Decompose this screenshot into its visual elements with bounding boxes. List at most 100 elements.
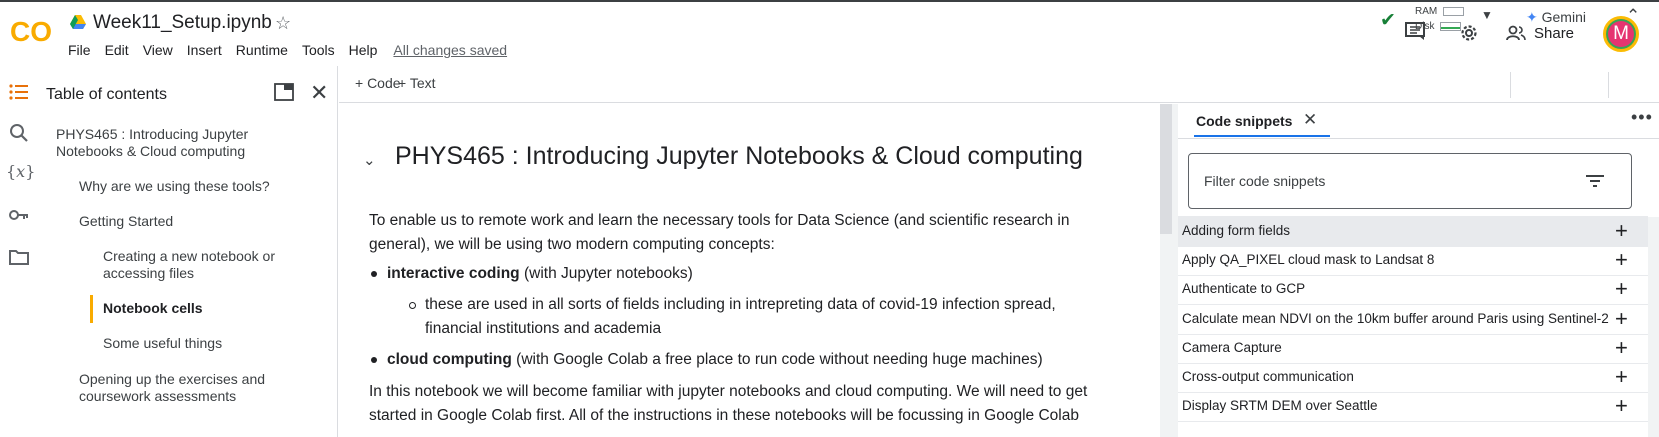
- snippet-row[interactable]: Apply QA_PIXEL cloud mask to Landsat 8 +: [1178, 245, 1648, 276]
- snippet-label: Cross-output communication: [1182, 369, 1354, 384]
- table-of-contents-panel: Table of contents ✕ PHYS465 : Introducin…: [38, 66, 338, 437]
- gemini-button[interactable]: ✦ Gemini: [1526, 9, 1586, 26]
- paragraph-line: these are used in all sorts of fields in…: [425, 296, 1056, 313]
- toolbar-divider: [1510, 72, 1511, 98]
- notebook-scroll-thumb[interactable]: [1160, 104, 1172, 234]
- snippet-label: Camera Capture: [1182, 340, 1282, 355]
- search-icon[interactable]: [8, 122, 30, 144]
- paragraph-line: started in Google Colab first. All of th…: [369, 407, 1079, 424]
- active-tab-indicator: [1194, 135, 1330, 137]
- open-in-tab-icon[interactable]: [274, 83, 294, 101]
- snippet-row[interactable]: Cross-output communication +: [1178, 362, 1648, 393]
- add-code-button[interactable]: + Code: [355, 75, 401, 91]
- collapse-section-icon[interactable]: ⌄: [363, 151, 376, 169]
- gemini-label: Gemini: [1541, 9, 1586, 25]
- menu-insert[interactable]: Insert: [187, 42, 222, 58]
- filter-placeholder: Filter code snippets: [1204, 173, 1326, 189]
- toc-item-label: Opening up the exercises and: [79, 371, 266, 387]
- bullet-interactive-coding: interactive coding (with Jupyter noteboo…: [387, 262, 693, 286]
- snippet-row[interactable]: Adding form fields +: [1178, 216, 1648, 247]
- resource-monitor[interactable]: RAM Disk: [1415, 4, 1465, 34]
- app-header: CO Week11_Setup.ipynb ☆ File Edit View I…: [0, 2, 1659, 64]
- add-snippet-icon[interactable]: +: [1615, 276, 1628, 302]
- bullet-cloud-computing: cloud computing (with Google Colab a fre…: [387, 348, 1043, 372]
- add-snippet-icon[interactable]: +: [1615, 218, 1628, 244]
- divider: [1178, 138, 1659, 139]
- tab-code-snippets[interactable]: Code snippets: [1196, 113, 1292, 129]
- google-drive-icon[interactable]: [70, 15, 86, 29]
- notebook-heading: PHYS465 : Introducing Jupyter Notebooks …: [395, 142, 1083, 170]
- ram-label: RAM: [1415, 6, 1438, 17]
- snippet-label: Display SRTM DEM over Seattle: [1182, 398, 1378, 413]
- toc-item-why-tools[interactable]: Why are we using these tools?: [79, 178, 270, 195]
- runtime-dropdown-icon[interactable]: ▼: [1481, 8, 1493, 22]
- notebook-toolbar: + Code + Text: [339, 66, 1659, 103]
- menu-help[interactable]: Help: [349, 42, 378, 58]
- toc-item-useful-things[interactable]: Some useful things: [103, 335, 222, 352]
- toc-item-label: Notebooks & Cloud computing: [56, 143, 246, 159]
- variables-icon[interactable]: {𝑥}: [6, 162, 35, 184]
- paragraph-line: In this notebook we will become familiar…: [369, 383, 1088, 400]
- filter-icon[interactable]: [1585, 174, 1605, 188]
- sub-bullet-fields: these are used in all sorts of fields in…: [425, 293, 1125, 341]
- people-icon: [1506, 25, 1526, 41]
- star-icon[interactable]: ☆: [275, 13, 291, 34]
- save-status-link[interactable]: All changes saved: [393, 42, 507, 58]
- toc-item-label: PHYS465 : Introducing Jupyter: [56, 126, 249, 142]
- toc-item-notebook-cells[interactable]: Notebook cells: [103, 300, 203, 317]
- toc-item-label: Creating a new notebook or: [103, 248, 275, 264]
- add-snippet-icon[interactable]: +: [1615, 247, 1628, 273]
- svg-text:CO: CO: [10, 16, 52, 46]
- menu-file[interactable]: File: [68, 42, 91, 58]
- bullet-bold-text: cloud computing: [387, 351, 512, 368]
- bullet-text: (with Jupyter notebooks): [519, 265, 693, 282]
- disk-label: Disk: [1415, 21, 1435, 32]
- menu-view[interactable]: View: [143, 42, 173, 58]
- snippet-label: Apply QA_PIXEL cloud mask to Landsat 8: [1182, 252, 1435, 267]
- close-icon[interactable]: ✕: [310, 80, 328, 106]
- snippet-row[interactable]: Calculate mean NDVI on the 10km buffer a…: [1178, 304, 1648, 335]
- side-icon-rail: {𝑥}: [0, 66, 38, 437]
- outro-paragraph: In this notebook we will become familiar…: [369, 380, 1129, 428]
- add-text-button[interactable]: + Text: [398, 75, 436, 91]
- toc-item-exercises[interactable]: Opening up the exercises and coursework …: [79, 371, 265, 405]
- toc-active-marker: [90, 295, 93, 323]
- add-snippet-icon[interactable]: +: [1615, 364, 1628, 390]
- menu-runtime[interactable]: Runtime: [236, 42, 288, 58]
- notebook-title[interactable]: Week11_Setup.ipynb: [93, 12, 272, 34]
- toc-item-label: coursework assessments: [79, 388, 237, 404]
- table-of-contents-icon[interactable]: [8, 81, 30, 103]
- toc-item-label: accessing files: [103, 265, 195, 281]
- snippet-row[interactable]: Display SRTM DEM over Seattle +: [1178, 391, 1648, 422]
- snippet-row[interactable]: Authenticate to GCP +: [1178, 274, 1648, 305]
- connected-check-icon: ✔: [1380, 10, 1396, 31]
- snippets-scrollbar[interactable]: [1648, 217, 1659, 437]
- filter-snippets-input[interactable]: Filter code snippets: [1188, 153, 1632, 209]
- toc-item-phys465[interactable]: PHYS465 : Introducing Jupyter Notebooks …: [56, 126, 248, 160]
- folder-icon[interactable]: [8, 246, 30, 268]
- snippet-label: Calculate mean NDVI on the 10km buffer a…: [1182, 311, 1609, 326]
- toolbar-divider: [1608, 72, 1609, 98]
- colab-logo[interactable]: CO: [10, 16, 54, 46]
- notebook-text-cell[interactable]: ⌄ PHYS465 : Introducing Jupyter Notebook…: [339, 104, 1159, 437]
- more-options-icon[interactable]: •••: [1631, 107, 1653, 128]
- close-icon[interactable]: ✕: [1303, 110, 1317, 130]
- add-snippet-icon[interactable]: +: [1615, 306, 1628, 332]
- paragraph-line: financial institutions and academia: [425, 320, 662, 337]
- bullet-text: (with Google Colab a free place to run c…: [511, 351, 1043, 368]
- collapse-header-icon[interactable]: ⌃: [1626, 6, 1640, 26]
- menu-tools[interactable]: Tools: [302, 42, 335, 58]
- bullet-dot: [371, 357, 377, 363]
- intro-paragraph: To enable us to remote work and learn th…: [369, 209, 1109, 257]
- key-icon[interactable]: [8, 204, 30, 226]
- toc-item-getting-started[interactable]: Getting Started: [79, 213, 173, 230]
- snippet-row[interactable]: Camera Capture +: [1178, 333, 1648, 364]
- snippet-label: Adding form fields: [1182, 223, 1291, 238]
- sub-bullet-circle: [409, 302, 416, 309]
- menu-bar: File Edit View Insert Runtime Tools Help…: [68, 42, 521, 58]
- paragraph-line: To enable us to remote work and learn th…: [369, 212, 1070, 229]
- menu-edit[interactable]: Edit: [105, 42, 129, 58]
- add-snippet-icon[interactable]: +: [1615, 393, 1628, 419]
- add-snippet-icon[interactable]: +: [1615, 335, 1628, 361]
- toc-item-new-notebook[interactable]: Creating a new notebook or accessing fil…: [103, 248, 275, 282]
